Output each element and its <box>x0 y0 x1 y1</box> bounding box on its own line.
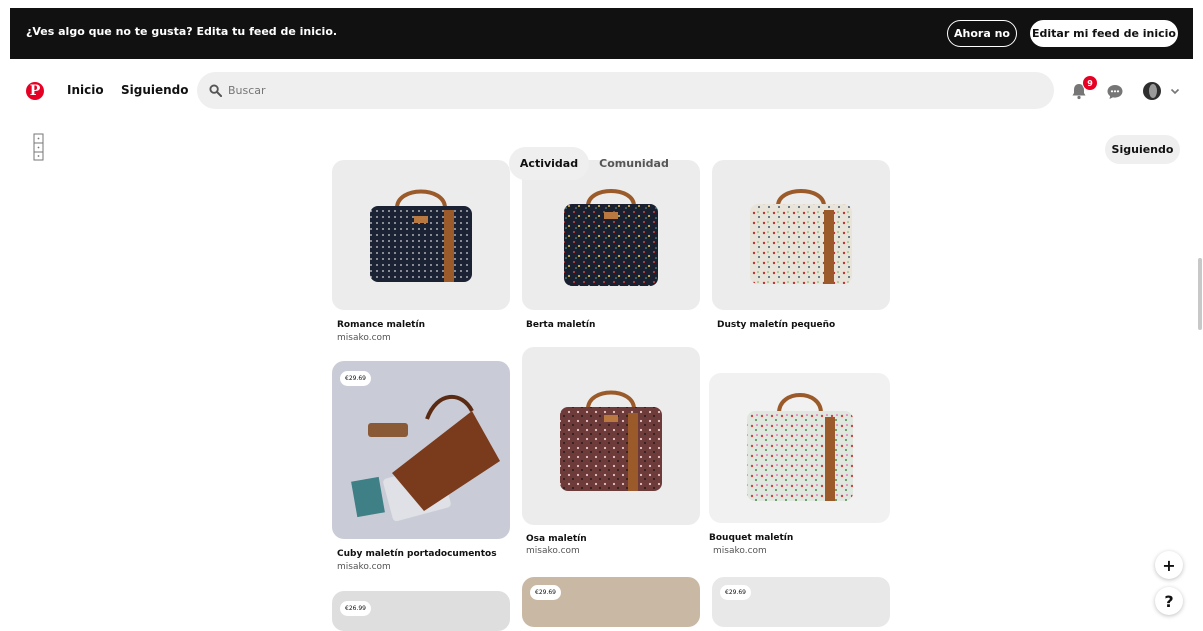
pin-domain[interactable]: misako.com <box>526 546 580 556</box>
search-bar[interactable]: Buscar <box>197 72 1054 109</box>
pin-image[interactable]: €26.99 <box>332 591 510 631</box>
briefcase-image-icon <box>564 189 658 286</box>
search-input[interactable]: Buscar <box>228 84 266 97</box>
pin-image[interactable] <box>709 373 890 523</box>
briefcase-image-icon <box>747 393 853 501</box>
price-badge: €29.69 <box>720 585 751 600</box>
briefcase-image-icon <box>370 189 472 282</box>
user-avatar[interactable] <box>1143 82 1161 100</box>
pin-image[interactable] <box>522 160 700 310</box>
pin-title[interactable]: Bouquet maletín <box>709 533 793 543</box>
pin-title[interactable]: Romance maletín <box>337 320 425 330</box>
top-nav: P Inicio Siguiendo Buscar 9 <box>0 62 1203 120</box>
price-badge: €26.99 <box>340 601 371 616</box>
edit-feed-banner: ¿Ves algo que no te gusta? Edita tu feed… <box>10 8 1193 59</box>
nav-following-link[interactable]: Siguiendo <box>121 83 189 97</box>
pin-image[interactable] <box>712 160 890 310</box>
following-button[interactable]: Siguiendo <box>1105 135 1180 164</box>
pin-domain[interactable]: misako.com <box>337 333 391 343</box>
pin-title[interactable]: Osa maletín <box>526 534 587 544</box>
leather-briefcase-image-icon <box>351 394 500 522</box>
page-scrollbar[interactable] <box>1198 258 1202 330</box>
pin-image[interactable]: €29.69 <box>522 577 700 627</box>
messages-icon[interactable] <box>1106 83 1124 101</box>
add-pin-button[interactable]: + <box>1155 551 1183 579</box>
briefcase-image-icon <box>750 189 852 284</box>
help-button[interactable]: ? <box>1155 587 1183 615</box>
banner-message: ¿Ves algo que no te gusta? Edita tu feed… <box>26 25 338 38</box>
notifications-badge: 9 <box>1082 75 1098 91</box>
price-badge: €29.69 <box>530 585 561 600</box>
pin-image[interactable] <box>522 347 700 525</box>
pin-image[interactable]: €29.69 <box>712 577 890 627</box>
chevron-down-icon[interactable] <box>1170 86 1180 96</box>
pin-title[interactable]: Dusty maletín pequeño <box>717 320 835 330</box>
pin-title[interactable]: Berta maletín <box>526 320 595 330</box>
briefcase-image-icon <box>560 390 662 491</box>
sidebar-toggle-icon[interactable] <box>33 133 44 161</box>
tab-activity[interactable]: Actividad <box>509 147 589 180</box>
pin-domain[interactable]: misako.com <box>337 562 391 572</box>
price-badge: €29.69 <box>340 371 371 386</box>
pin-image[interactable] <box>332 160 510 310</box>
edit-feed-button[interactable]: Editar mi feed de inicio <box>1030 20 1178 47</box>
pin-domain[interactable]: misako.com <box>713 546 767 556</box>
pinterest-logo-icon[interactable]: P <box>26 82 44 100</box>
search-icon <box>209 84 222 97</box>
tab-community[interactable]: Comunidad <box>593 147 675 180</box>
dismiss-banner-button[interactable]: Ahora no <box>947 20 1017 47</box>
pin-title[interactable]: Cuby maletín portadocumentos <box>337 549 497 559</box>
pin-image[interactable]: €29.69 <box>332 361 510 539</box>
nav-home-link[interactable]: Inicio <box>67 83 104 97</box>
